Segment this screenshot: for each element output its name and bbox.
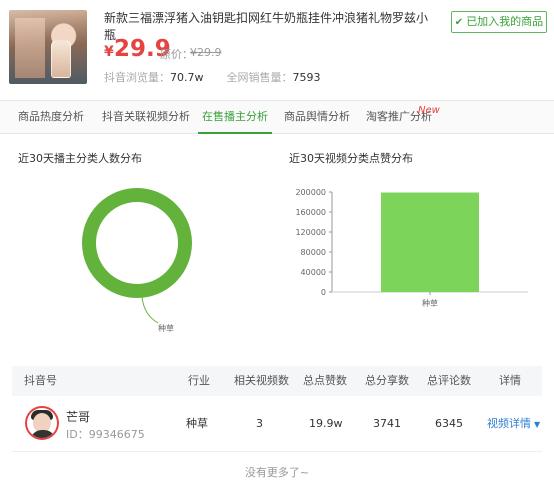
cell-videos: 3 xyxy=(256,417,263,430)
y-tick-label: 80000 xyxy=(301,248,326,257)
th-industry: 行业 xyxy=(188,374,210,387)
th-likes: 总点赞数 xyxy=(303,374,347,387)
cell-shares: 3741 xyxy=(373,417,401,430)
tab-product-heat[interactable]: 商品热度分析 xyxy=(18,101,84,133)
y-tick-label: 120000 xyxy=(295,228,326,237)
donut-chart xyxy=(78,184,196,302)
original-price-label: 原价： xyxy=(160,48,193,61)
donut-label-line xyxy=(141,296,159,324)
y-tick-label: 40000 xyxy=(301,268,326,277)
table-header: 抖音号 行业 相关视频数 总点赞数 总分享数 总评论数 详情 xyxy=(12,366,542,396)
product-header: 新款三福漂浮猪入油钥匙扣网红牛奶瓶挂件冲浪猪礼物罗兹小瓶 ✔ 已加入我的商品 ¥ … xyxy=(0,0,554,100)
th-shares: 总分享数 xyxy=(365,374,409,387)
thumb-shelf xyxy=(15,18,45,78)
account-name[interactable]: 芒哥 xyxy=(66,408,90,425)
tab-sentiment[interactable]: 商品舆情分析 xyxy=(284,101,350,133)
sales-label: 全网销售量： xyxy=(226,71,293,84)
thumb-bottle xyxy=(51,40,71,78)
original-price: ¥29.9 xyxy=(190,46,222,59)
avatar[interactable] xyxy=(25,406,59,440)
views-value: 70.7w xyxy=(170,71,204,84)
caret-down-icon: ▼ xyxy=(534,420,541,429)
tab-related-videos[interactable]: 抖音关联视频分析 xyxy=(102,101,190,133)
th-detail: 详情 xyxy=(499,374,521,387)
no-more-footer: 没有更多了~ xyxy=(244,466,310,479)
th-videos: 相关视频数 xyxy=(234,374,289,387)
cell-likes: 19.9w xyxy=(309,417,343,430)
x-tick-label: 种草 xyxy=(422,298,438,308)
table-row: 芒哥 ID：99346675 种草 3 19.9w 3741 6345 视频详情… xyxy=(12,397,542,452)
detail-label: 视频详情 xyxy=(487,417,531,430)
account-id: ID：99346675 xyxy=(66,428,145,441)
y-tick-label: 160000 xyxy=(295,208,326,217)
added-to-my-products-button[interactable]: ✔ 已加入我的商品 xyxy=(451,11,547,33)
video-detail-link[interactable]: 视频详情 ▼ xyxy=(487,397,540,452)
right-chart-title: 近30天视频分类点赞分布 xyxy=(289,152,413,165)
sales-value: 7593 xyxy=(292,71,321,84)
th-account: 抖音号 xyxy=(24,374,57,387)
tab-seller-analysis[interactable]: 在售播主分析 xyxy=(198,101,272,134)
donut-label: 种草 xyxy=(158,324,174,333)
price-currency: ¥ xyxy=(104,44,114,60)
bar-chart: 0 40000 80000 120000 160000 200000 种草 xyxy=(295,188,528,308)
avatar-body xyxy=(30,430,56,438)
check-icon: ✔ xyxy=(454,17,464,28)
product-thumbnail[interactable] xyxy=(9,10,87,84)
donut-slice[interactable] xyxy=(82,188,192,298)
analysis-tabs: 商品热度分析 抖音关联视频分析 在售播主分析 商品舆情分析 淘客推广分析 xyxy=(0,100,554,134)
left-chart-title: 近30天播主分类人数分布 xyxy=(18,152,142,165)
views-label: 抖音浏览量： xyxy=(104,71,170,84)
bar[interactable] xyxy=(381,192,479,293)
y-tick-label: 200000 xyxy=(295,188,326,197)
cell-industry: 种草 xyxy=(186,417,208,430)
y-tick-label: 0 xyxy=(321,288,326,297)
added-label: 已加入我的商品 xyxy=(466,15,544,28)
cell-comments: 6345 xyxy=(435,417,463,430)
new-badge: New xyxy=(418,105,440,116)
product-stats: 抖音浏览量：70.7w 全网销售量：7593 xyxy=(104,69,321,85)
th-comments: 总评论数 xyxy=(427,374,471,387)
